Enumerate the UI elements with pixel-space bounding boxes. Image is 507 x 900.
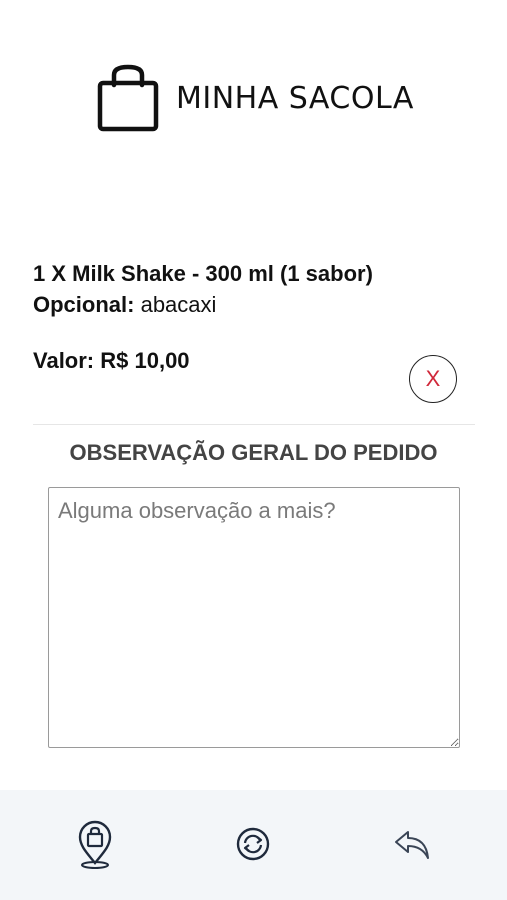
- remove-item-button[interactable]: X: [409, 355, 457, 403]
- observation-textarea[interactable]: [48, 487, 460, 748]
- page-title: MINHA SACOLA: [176, 80, 414, 116]
- cart-item: 1 X Milk Shake - 300 ml (1 sabor) Opcion…: [33, 258, 473, 320]
- divider: [33, 424, 475, 425]
- cart-item-title: 1 X Milk Shake - 300 ml (1 sabor): [33, 261, 373, 286]
- optional-label: Opcional:: [33, 292, 135, 317]
- shopping-bag-icon: [96, 63, 160, 133]
- bag-location-icon: [75, 819, 115, 869]
- close-icon: X: [425, 366, 441, 391]
- cart-item-price: Valor: R$ 10,00: [33, 348, 190, 373]
- back-arrow-icon: [392, 826, 432, 862]
- refresh-button[interactable]: [231, 818, 275, 870]
- optional-value: abacaxi: [140, 292, 217, 317]
- bag-location-button[interactable]: [73, 818, 117, 870]
- observation-title: OBSERVAÇÃO GERAL DO PEDIDO: [69, 440, 438, 465]
- back-button[interactable]: [390, 818, 434, 870]
- refresh-icon: [235, 826, 271, 862]
- page-header: MINHA SACOLA: [96, 62, 426, 134]
- cart-item-optional: Opcional: abacaxi: [33, 289, 473, 320]
